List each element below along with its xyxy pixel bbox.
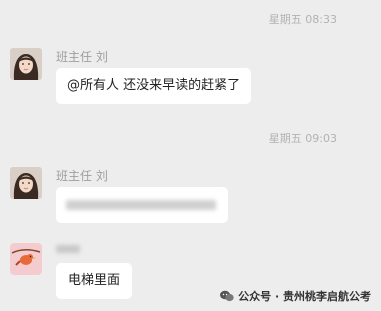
message-bubble-1[interactable]: @所有人 还没来早读的赶紧了: [56, 68, 252, 104]
avatar-student[interactable]: [10, 243, 42, 275]
watermark-text: 公众号 · 贵州桃李启航公考: [238, 290, 371, 303]
message-bubble-3[interactable]: 电梯里面: [56, 263, 133, 299]
sender-name-1: 班主任 刘: [56, 50, 108, 64]
watermark: 公众号 · 贵州桃李启航公考: [220, 288, 371, 304]
teacher-portrait-icon: [10, 167, 42, 199]
wechat-official-account-icon: [220, 290, 234, 302]
teacher-portrait-icon: [10, 48, 42, 80]
avatar-teacher[interactable]: [10, 48, 42, 80]
redacted-sender-name: [56, 245, 80, 253]
message-bubble-2-redacted[interactable]: [56, 187, 228, 223]
bird-avatar-icon: [10, 243, 42, 275]
message-text-3: 电梯里面: [68, 273, 121, 288]
message-text-1: @所有人 还没来早读的赶紧了: [67, 78, 241, 93]
timestamp-2: 星期五 09:03: [268, 132, 337, 145]
sender-name-2: 班主任 刘: [56, 169, 108, 183]
redacted-text: [66, 200, 216, 210]
avatar-teacher-2[interactable]: [10, 167, 42, 199]
timestamp-1: 星期五 08:33: [268, 13, 337, 26]
